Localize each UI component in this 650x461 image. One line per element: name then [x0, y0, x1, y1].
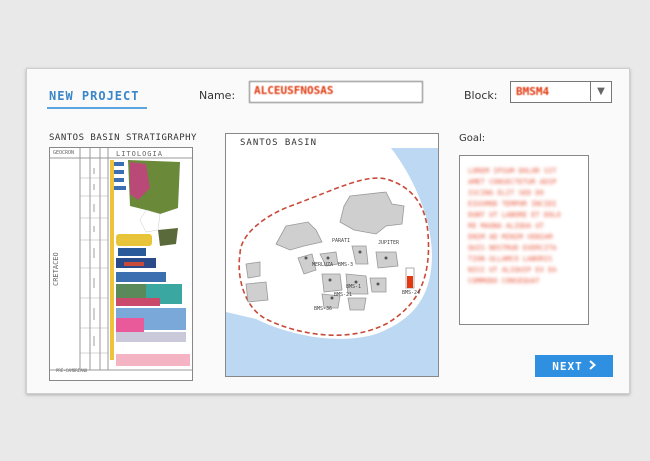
map-label-jupiter: JUPITER [378, 240, 400, 246]
name-label: Name: [199, 89, 236, 102]
map-label-bms1: BMS-1 [346, 284, 361, 290]
map-label-bms3: BMS-3 [338, 262, 353, 268]
stratigraphy-footer: PRÉ-CAMBRIANO [56, 368, 88, 373]
next-button[interactable]: NEXT [535, 355, 613, 377]
map-label-bms36: BMS-36 [314, 306, 332, 312]
title-underline [47, 107, 147, 109]
santos-basin-map[interactable]: SANTOS BASIN PARATI JUPITER MERLUZA BMS-… [225, 133, 439, 377]
new-project-card: NEW PROJECT Name: ALCEUSFNOSAS Block: BM… [26, 68, 630, 394]
stratigraphy-period-label: CRETACEO [52, 252, 60, 286]
stratigraphy-geocron-header: GEOCRON [53, 150, 75, 156]
map-label-merluza: MERLUZA [312, 262, 333, 268]
goal-textarea[interactable]: LOREM IPSUM DOLOR SIT AMET CONSECTETUR A… [459, 155, 589, 325]
stratigraphy-panel: GEOCRON LITOLOGIA CRETACEO PRÉ-CAMBRIANO [49, 147, 193, 381]
goal-text: LOREM IPSUM DOLOR SIT AMET CONSECTETUR A… [468, 167, 561, 285]
block-select-value: BMSM4 [516, 85, 550, 98]
goal-label: Goal: [459, 133, 486, 144]
block-label: Block: [464, 89, 498, 102]
triangle-down-icon[interactable]: ▼ [590, 82, 611, 101]
name-input[interactable]: ALCEUSFNOSAS [249, 81, 423, 103]
stratigraphy-column-drawing [50, 148, 192, 371]
basin-map-drawing: PARATI JUPITER MERLUZA BMS-3 BMS-21 BMS-… [226, 148, 438, 376]
stratigraphy-litologia-header: LITOLOGIA [116, 150, 163, 158]
map-label-bms21: BMS-21 [334, 292, 352, 298]
map-label-parati: PARATI [332, 238, 350, 244]
map-label-bms24: BMS-24 [402, 290, 420, 296]
chevron-right-icon [589, 359, 596, 373]
next-button-label: NEXT [552, 359, 583, 373]
page-title: NEW PROJECT [49, 89, 140, 103]
block-select[interactable]: BMSM4 ▼ [510, 81, 612, 103]
stratigraphy-title: SANTOS BASIN STRATIGRAPHY [49, 133, 197, 143]
